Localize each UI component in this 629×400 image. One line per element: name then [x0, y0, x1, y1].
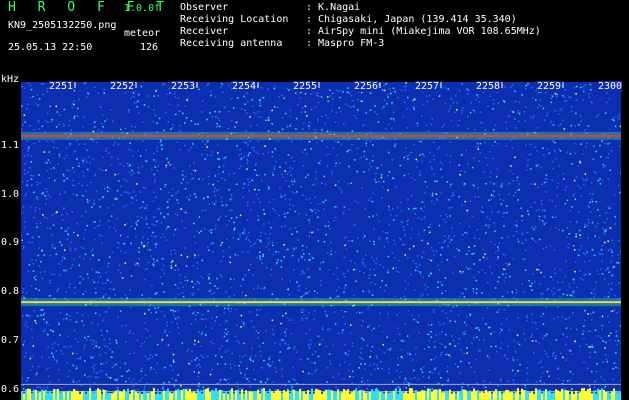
datetime-label: 25.05.13 22:50	[8, 42, 93, 53]
x-tick-label: 2252	[110, 81, 135, 92]
x-tick-label: 2259	[537, 81, 562, 92]
y-tick-label: 0.6	[1, 384, 20, 396]
meta-value-receiver: : AirSpy mini (Miakejima VOR 108.65MHz)	[306, 26, 541, 37]
y-tick-label: 0.7	[1, 335, 20, 347]
meta-label-receiver: Receiver	[180, 26, 229, 37]
y-tick-label: 1.1	[1, 139, 20, 151]
x-tick-label: 2251	[49, 81, 74, 92]
meta-label-observer: Observer	[180, 2, 229, 13]
y-tick-label: 0.9	[1, 237, 20, 249]
x-tick-label: 2255	[293, 81, 318, 92]
version-label: 1.0.0f	[124, 3, 161, 14]
meta-value-antenna: : Maspro FM-3	[306, 38, 385, 49]
x-tick-label: 2257	[415, 81, 440, 92]
y-tick-label: 0.8	[1, 286, 20, 298]
filename-label: KN9_2505132250.png	[8, 20, 117, 31]
y-axis-unit: kHz	[1, 74, 20, 85]
meta-label-location: Receiving Location	[180, 14, 289, 25]
spectrogram-plot	[21, 82, 621, 400]
count-label: 126	[140, 42, 159, 53]
x-tick-label: 2300	[598, 81, 623, 92]
y-tick-label: 1.0	[1, 188, 20, 200]
meta-value-location: : Chigasaki, Japan (139.414 35.340)	[306, 14, 517, 25]
noise-speckle	[21, 82, 621, 400]
x-tick-label: 2253	[171, 81, 196, 92]
meta-value-observer: : K.Nagai	[306, 2, 361, 13]
mode-label: meteor	[124, 28, 161, 39]
bottom-noise-strip	[21, 388, 621, 400]
meta-label-antenna: Receiving antenna	[180, 38, 283, 49]
x-tick-label: 2258	[476, 81, 501, 92]
x-tick-label: 2254	[232, 81, 257, 92]
x-tick-label: 2256	[354, 81, 379, 92]
spectrogram-canvas	[21, 82, 621, 400]
